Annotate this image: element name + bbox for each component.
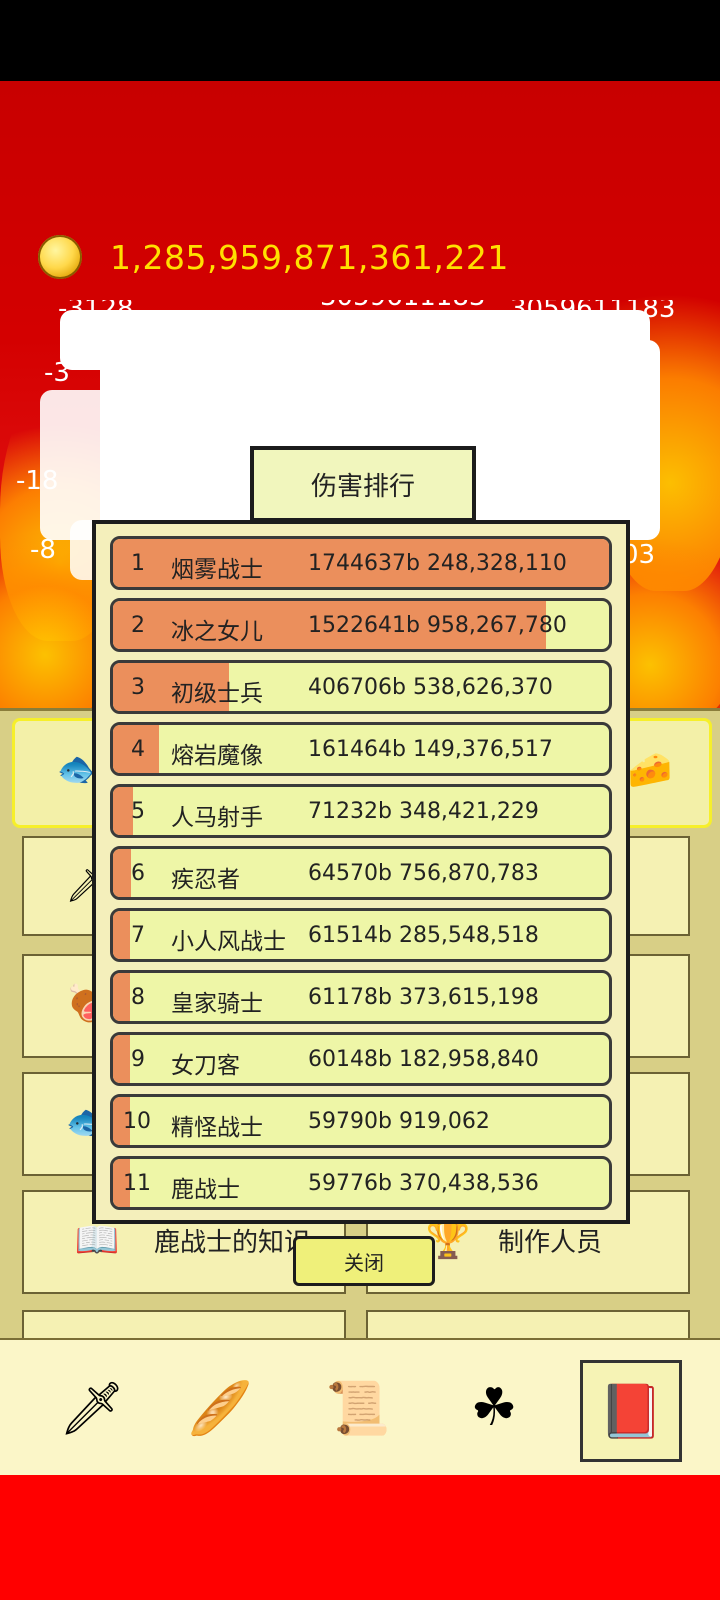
unit-name: 烟雾战士 [171, 557, 263, 583]
scroll-icon: 📜 [325, 1378, 391, 1439]
ranking-row: 7 小人风战士 61514b 285,548,518 [110, 908, 612, 962]
ranking-row: 9 女刀客 60148b 182,958,840 [110, 1032, 612, 1086]
damage-value: 61514b 285,548,518 [308, 923, 539, 948]
bottom-nav: 🗡 🥖 📜 ☘ 📕 [0, 1338, 720, 1476]
rank-number: 10 [123, 1109, 151, 1134]
ranking-row: 5 人马射手 71232b 348,421,229 [110, 784, 612, 838]
unit-name: 女刀客 [171, 1053, 240, 1079]
damage-share-bar [113, 849, 132, 897]
unit-name: 皇家骑士 [171, 991, 263, 1017]
unit-name: 人马射手 [171, 805, 263, 831]
damage-popup: -8 [30, 535, 56, 565]
damage-value: 61178b 373,615,198 [308, 985, 539, 1010]
rank-number: 7 [131, 923, 145, 948]
rank-number: 5 [131, 799, 145, 824]
unit-name: 鹿战士 [171, 1177, 240, 1203]
ranking-title: 伤害排行 [250, 446, 476, 522]
bottom-background [0, 1475, 720, 1600]
unit-name: 小人风战士 [171, 929, 286, 955]
rank-number: 8 [131, 985, 145, 1010]
unit-name: 冰之女儿 [171, 619, 263, 645]
damage-popup: 3059611183 [510, 300, 676, 324]
unit-name: 初级士兵 [171, 681, 263, 707]
damage-ranking-dialog: 1 烟雾战士 1744637b 248,328,110 2 冰之女儿 1522641b 9… [92, 520, 630, 1224]
clover-icon: ☘ [470, 1378, 518, 1438]
nav-clover[interactable]: ☘ [446, 1360, 542, 1456]
damage-share-bar [113, 1035, 130, 1083]
ranking-row: 6 疾忍者 64570b 756,870,783 [110, 846, 612, 900]
damage-share-bar [113, 973, 131, 1021]
damage-popup: 66 [620, 358, 654, 388]
rank-number: 4 [131, 737, 145, 762]
damage-share-bar [113, 911, 131, 959]
damage-value: 59776b 370,438,536 [308, 1171, 539, 1196]
damage-popup: -3 [44, 358, 70, 388]
damage-value: 1522641b 958,267,780 [308, 613, 567, 638]
sword-icon: 🗡 [58, 1378, 125, 1439]
ranking-row: 8 皇家骑士 61178b 373,615,198 [110, 970, 612, 1024]
nav-bread[interactable]: 🥖 [172, 1360, 268, 1456]
unit-name: 熔岩魔像 [171, 743, 263, 769]
damage-popup: 3059611183 [320, 300, 485, 312]
status-bar [0, 0, 720, 81]
damage-value: 59790b 919,062 [308, 1109, 490, 1134]
rank-number: 6 [131, 861, 145, 886]
rank-number: 9 [131, 1047, 145, 1072]
damage-value: 60148b 182,958,840 [308, 1047, 539, 1072]
ranking-row: 10 精怪战士 59790b 919,062 [110, 1094, 612, 1148]
credits-label: 制作人员 [498, 1228, 603, 1258]
rank-number: 2 [131, 613, 145, 638]
ranking-list[interactable]: 1 烟雾战士 1744637b 248,328,110 2 冰之女儿 1522641b 9… [110, 536, 612, 1218]
unit-name: 精怪战士 [171, 1115, 263, 1141]
rank-number: 3 [131, 675, 145, 700]
nav-sword[interactable]: 🗡 [44, 1360, 140, 1456]
damage-value: 161464b 149,376,517 [308, 737, 553, 762]
unit-name: 疾忍者 [171, 867, 240, 893]
ranking-row: 1 烟雾战士 1744637b 248,328,110 [110, 536, 612, 590]
gold-amount: 1,285,959,871,361,221 [110, 237, 509, 277]
ranking-row: 3 初级士兵 406706b 538,626,370 [110, 660, 612, 714]
damage-value: 406706b 538,626,370 [308, 675, 553, 700]
damage-value: 1744637b 248,328,110 [308, 551, 567, 576]
ranking-row: 4 熔岩魔像 161464b 149,376,517 [110, 722, 612, 776]
close-button[interactable]: 关闭 [293, 1236, 435, 1286]
nav-book[interactable]: 📕 [580, 1360, 682, 1462]
ranking-row: 11 鹿战士 59776b 370,438,536 [110, 1156, 612, 1210]
rank-number: 1 [131, 551, 145, 576]
knowledge-label: 鹿战士的知识 [154, 1228, 311, 1258]
damage-value: 64570b 756,870,783 [308, 861, 539, 886]
bread-icon: 🥖 [187, 1378, 253, 1439]
gold-counter: 1,285,959,871,361,221 [38, 232, 509, 282]
damage-popup: -18 [16, 466, 59, 496]
damage-popup: -3128 [58, 300, 134, 324]
rank-number: 11 [123, 1171, 151, 1196]
gold-coin-icon [38, 235, 82, 279]
damage-popup: 70 [624, 466, 658, 496]
nav-scroll[interactable]: 📜 [310, 1360, 406, 1456]
book-icon: 📕 [598, 1381, 664, 1442]
ranking-row: 2 冰之女儿 1522641b 958,267,780 [110, 598, 612, 652]
damage-value: 71232b 348,421,229 [308, 799, 539, 824]
